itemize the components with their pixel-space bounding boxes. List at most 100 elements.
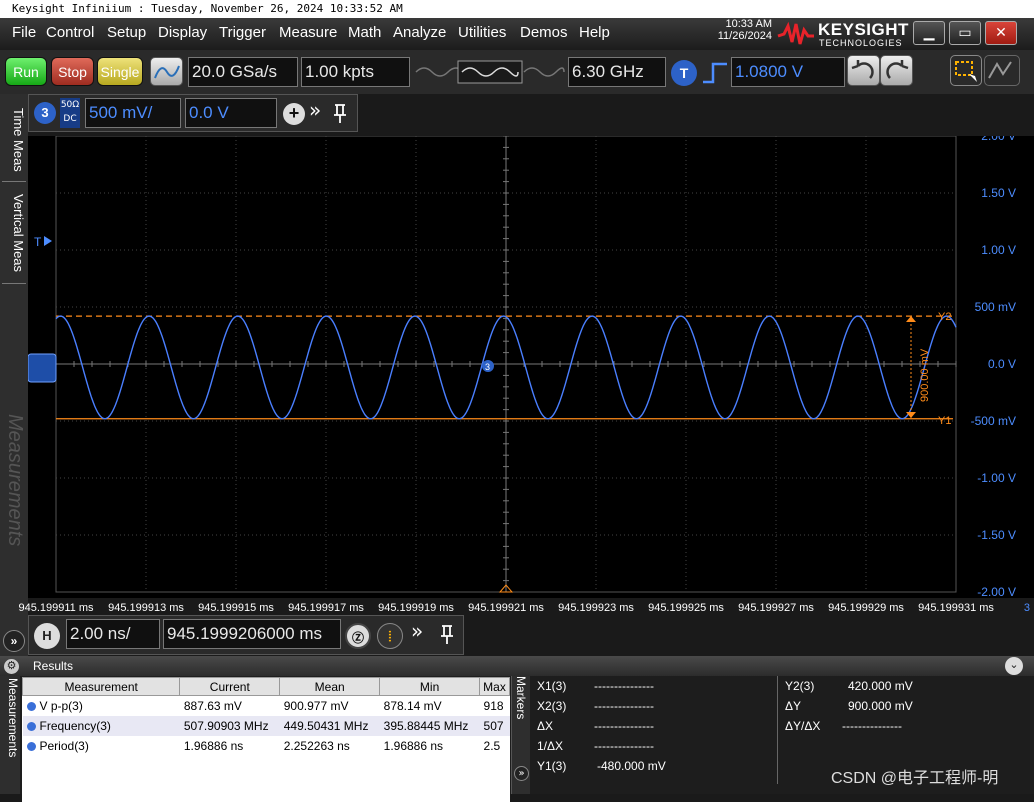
expand-icon[interactable]: »: [309, 98, 321, 122]
menu-utilities[interactable]: Utilities: [458, 24, 506, 41]
column-header-min[interactable]: Min: [379, 677, 481, 696]
coupling-indicator[interactable]: 50Ω DC: [60, 98, 80, 128]
table-row[interactable]: Period(3) 1.96886 ns 2.252263 ns 1.96886…: [23, 736, 510, 756]
expand-side-icon[interactable]: »: [3, 630, 25, 652]
markers-left-panel: X1(3) --------------- X2(3) ------------…: [531, 676, 776, 794]
run-button[interactable]: Run: [5, 57, 47, 86]
pin-icon[interactable]: [332, 103, 348, 125]
acquisition-toolbar: Run Stop Single 20.0 GSa/s 1.00 kpts 6.3…: [0, 50, 1034, 94]
markers-tab[interactable]: Markers »: [511, 676, 530, 794]
mean-value: 2.252263 ns: [283, 738, 350, 753]
x-tick-label: 945.199923 ms: [558, 602, 634, 614]
sample-rate-field[interactable]: 20.0 GSa/s: [188, 57, 298, 87]
channel-3-badge[interactable]: 3: [34, 102, 56, 124]
waveform-display[interactable]: 2.00 V 1.50 V 1.00 V 500 mV 0.0 V -500 mV -1.0…: [27, 129, 1034, 599]
tab-measurements-results[interactable]: Measurements: [0, 676, 20, 794]
zoom-box-icon[interactable]: [950, 55, 982, 86]
column-header-measurement[interactable]: Measurement: [21, 677, 181, 696]
y-tick-label: 1.50 V: [981, 186, 1016, 200]
tab-vertical-meas[interactable]: Vertical Meas: [2, 184, 26, 284]
x-tick-label: 945.199911 ms: [18, 602, 94, 614]
maximize-button[interactable]: ▭: [949, 21, 981, 45]
mean-value: 900.977 mV: [283, 698, 349, 713]
x-tick-label: 945.199921 ms: [468, 602, 544, 614]
mean-value: 449.50431 MHz: [279, 715, 380, 736]
channel-3-ground-marker[interactable]: [27, 353, 57, 383]
expand-markers-icon[interactable]: »: [514, 766, 529, 781]
undo-icon[interactable]: [847, 55, 880, 86]
pin-icon[interactable]: [439, 624, 455, 646]
column-header-mean[interactable]: Mean: [279, 677, 381, 696]
timebase-position-field[interactable]: 945.1999206000 ms: [163, 619, 341, 649]
marker-y2-label: Y2(3): [785, 679, 815, 693]
current-value: 507.90903 MHz: [179, 715, 280, 736]
marker-inv-dx-label: 1/ΔX: [537, 739, 564, 753]
y-tick-label: -1.50 V: [977, 528, 1016, 542]
results-header: ⚙ Results ⌄: [0, 656, 1034, 676]
acquire-mode-icon[interactable]: ⦙: [377, 623, 403, 649]
vertical-scale-field[interactable]: 500 mV/: [85, 98, 181, 128]
bandwidth-filter-icon: [415, 60, 565, 84]
empty-row: [22, 755, 510, 802]
max-value: 2.5: [483, 738, 501, 753]
close-button[interactable]: ✕: [985, 21, 1017, 45]
memory-depth-field[interactable]: 1.00 kpts: [301, 57, 410, 87]
measurement-name-cell: V p-p(3): [23, 696, 180, 716]
divider: [777, 676, 778, 784]
marker-dy-label: ΔY: [785, 699, 802, 713]
menu-setup[interactable]: Setup: [107, 24, 146, 41]
menu-demos[interactable]: Demos: [520, 24, 568, 41]
bandwidth-field[interactable]: 6.30 GHz: [568, 57, 666, 87]
expand-icon[interactable]: »: [411, 619, 423, 643]
coupling-impedance: 50Ω: [60, 100, 80, 110]
measurement-name: Period(3): [39, 738, 89, 753]
marker-x1-label: X1(3): [537, 679, 567, 693]
x-tick-label: 945.199913 ms: [108, 602, 184, 614]
menu-analyze[interactable]: Analyze: [393, 24, 446, 41]
menu-trigger[interactable]: Trigger: [219, 24, 266, 41]
table-row[interactable]: Frequency(3) 507.90903 MHz 449.50431 MHz…: [22, 715, 510, 736]
tab-measurements[interactable]: Measurements: [2, 394, 26, 566]
minimize-button[interactable]: ▁: [913, 21, 945, 45]
add-channel-icon[interactable]: +: [283, 103, 305, 125]
horizontal-badge[interactable]: H: [34, 623, 60, 649]
single-button[interactable]: Single: [97, 57, 143, 86]
x-axis-labels: 945.199911 ms 945.199913 ms 945.199915 ms 9…: [18, 602, 1030, 614]
stop-button[interactable]: Stop: [51, 57, 94, 86]
menu-math[interactable]: Math: [348, 24, 381, 41]
menu-display[interactable]: Display: [158, 24, 207, 41]
trigger-level-field[interactable]: 1.0800 V: [731, 57, 845, 87]
trigger-badge[interactable]: T: [671, 60, 697, 86]
y-tick-label: -500 mV: [971, 414, 1016, 428]
y-tick-label: 500 mV: [975, 300, 1016, 314]
menu-help[interactable]: Help: [579, 24, 610, 41]
waveform-svg: 2.00 V 1.50 V 1.00 V 500 mV 0.0 V -500 mV -1.0…: [27, 129, 1016, 599]
menu-file[interactable]: File: [12, 24, 36, 41]
trigger-level-marker[interactable]: T: [34, 235, 42, 249]
autoscale-icon[interactable]: [150, 57, 183, 86]
table-row[interactable]: V p-p(3) 887.63 mV 900.977 mV 878.14 mV …: [23, 696, 510, 716]
measurement-name-cell: Frequency(3): [22, 715, 180, 736]
measure-tool-icon[interactable]: [984, 55, 1020, 86]
tab-time-meas[interactable]: Time Meas: [2, 98, 26, 182]
collapse-results-icon[interactable]: ⌄: [1005, 657, 1023, 675]
measurements-table: Measurement Current Mean Min Max V p-p(3…: [21, 677, 510, 802]
zoom-icon[interactable]: Ⓩ: [345, 623, 371, 649]
results-title: Results: [33, 659, 74, 673]
clock-time: 10:33 AM: [725, 18, 772, 30]
channel-3-dot-icon: [26, 741, 36, 751]
menu-measure[interactable]: Measure: [279, 24, 337, 41]
y-tick-label: 1.00 V: [981, 243, 1016, 257]
marker-x2-value: ---------------: [594, 699, 654, 713]
vertical-offset-field[interactable]: 0.0 V: [185, 98, 277, 128]
menu-control[interactable]: Control: [46, 24, 94, 41]
y-tick-label: 0.0 V: [988, 357, 1016, 371]
redo-icon[interactable]: [880, 55, 913, 86]
window-title: Keysight Infiniium : Tuesday, November 2…: [0, 0, 1034, 18]
coupling-mode: DC: [63, 114, 77, 124]
measurement-name: Frequency(3): [39, 718, 111, 733]
settings-gear-icon[interactable]: ⚙: [4, 659, 19, 674]
column-header-current[interactable]: Current: [179, 677, 281, 696]
timebase-scale-field[interactable]: 2.00 ns/: [66, 619, 160, 649]
column-header-max[interactable]: Max: [479, 677, 510, 696]
